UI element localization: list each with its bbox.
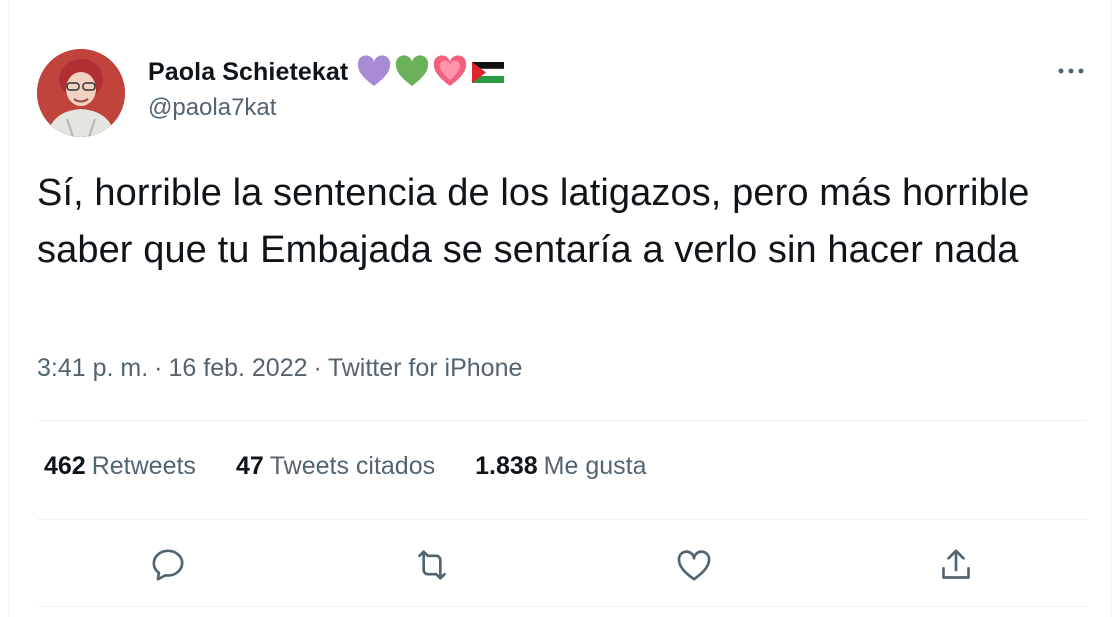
- quote-tweets-count: 47: [235, 452, 264, 480]
- green-heart-icon: [394, 55, 430, 89]
- tweet-time[interactable]: 3:41 p. m.: [37, 354, 148, 383]
- tweet-source[interactable]: Twitter for iPhone: [328, 354, 523, 383]
- likes-stat[interactable]: 1.838 Me gusta: [475, 452, 646, 481]
- divider: [37, 420, 1087, 421]
- author-handle[interactable]: @paola7kat: [148, 94, 276, 122]
- separator-dot: ·: [154, 354, 163, 382]
- author-emojis: [356, 55, 506, 89]
- palestine-flag-icon: [470, 55, 506, 89]
- action-bar: [0, 543, 1120, 587]
- likes-label: Me gusta: [543, 452, 647, 480]
- like-button[interactable]: [672, 543, 716, 587]
- separator-dot: ·: [313, 354, 322, 382]
- share-button[interactable]: [934, 543, 978, 587]
- likes-count: 1.838: [475, 452, 538, 480]
- growing-heart-icon: [432, 55, 468, 89]
- tweet-card: [8, 0, 1112, 617]
- retweets-count: 462: [44, 452, 86, 480]
- more-options-icon[interactable]: [1056, 58, 1086, 84]
- share-icon: [942, 549, 970, 579]
- divider: [37, 519, 1087, 520]
- tweet-stats: 462 Retweets 47 Tweets citados 1.838 Me gus…: [44, 452, 687, 481]
- author-name-row: Paola Schietekat: [148, 54, 506, 90]
- retweet-button[interactable]: [410, 543, 454, 587]
- divider: [37, 606, 1087, 607]
- quote-tweets-label: Tweets citados: [269, 452, 436, 480]
- author-display-name[interactable]: Paola Schietekat: [148, 58, 348, 87]
- tweet-metadata: 3:41 p. m. · 16 feb. 2022 · Twitter for …: [37, 354, 522, 383]
- tweet-text: Sí, horrible la sentencia de los latigaz…: [37, 172, 1030, 271]
- like-icon: [677, 550, 711, 581]
- retweets-stat[interactable]: 462 Retweets: [44, 452, 196, 481]
- quote-tweets-stat[interactable]: 47 Tweets citados: [236, 452, 435, 481]
- retweets-label: Retweets: [91, 452, 196, 480]
- reply-button[interactable]: [146, 543, 190, 587]
- purple-heart-icon: [356, 55, 392, 89]
- tweet-date[interactable]: 16 feb. 2022: [169, 354, 308, 383]
- avatar[interactable]: [37, 49, 125, 137]
- reply-icon: [152, 549, 184, 581]
- retweet-icon: [418, 550, 446, 580]
